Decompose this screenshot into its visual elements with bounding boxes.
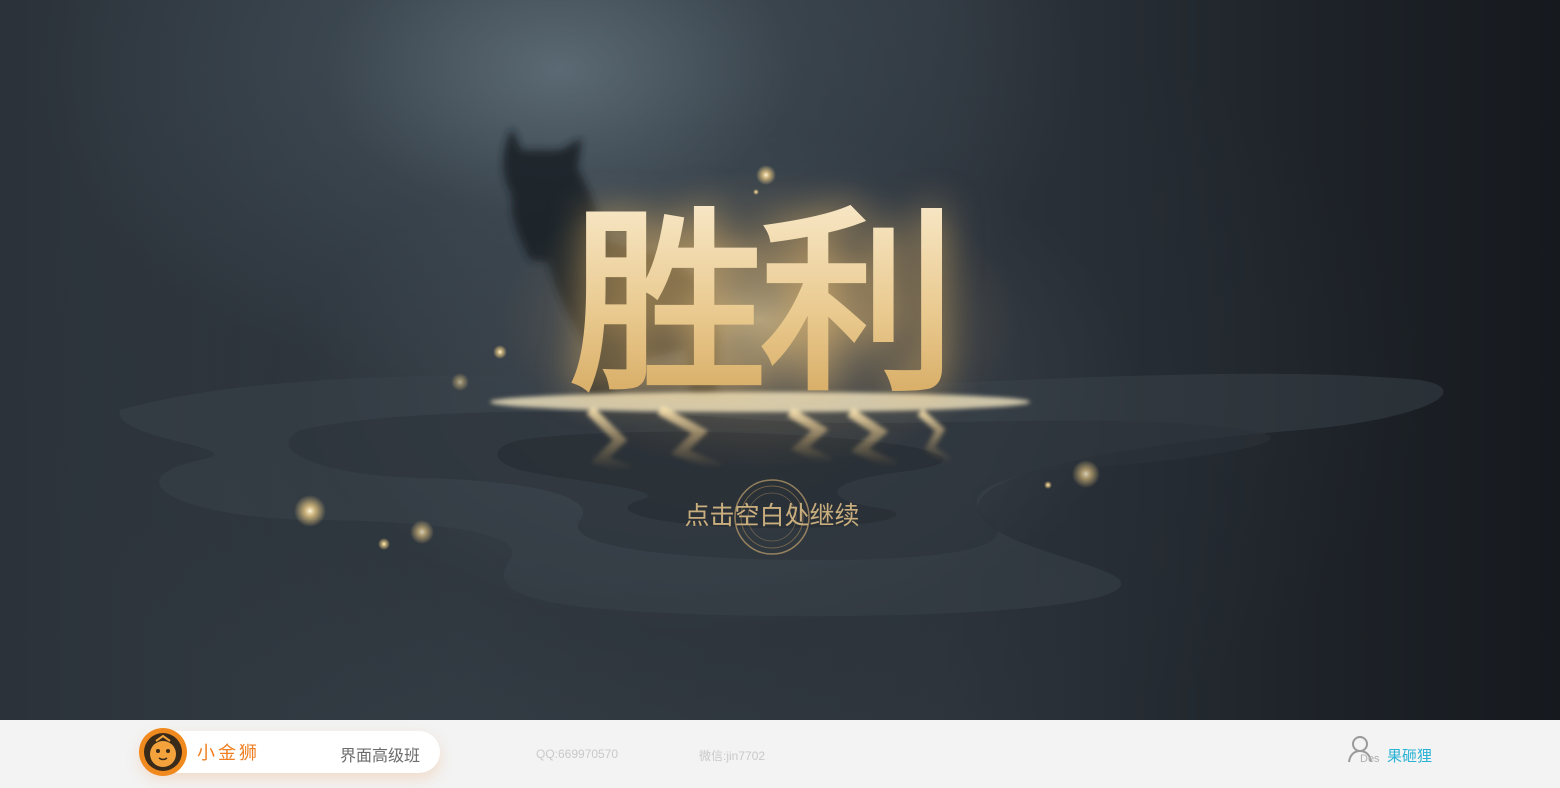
victory-title: 胜利 [540, 205, 980, 405]
qq-contact: QQ:669970570 [536, 747, 619, 761]
continue-prompt[interactable]: 点击空白处继续 [640, 496, 904, 532]
lion-logo-icon [139, 728, 187, 776]
footer-bar: 小金狮 界面高级班 QQ:669970570 微信:jin7702 Des 果砸… [0, 720, 1560, 788]
course-name: 界面高级班 [340, 746, 421, 765]
user-name: 果砸狸 [1387, 747, 1433, 765]
brand-name: 小金狮 [197, 743, 260, 764]
wechat-contact: 微信:jin7702 [699, 749, 766, 763]
user-tag: Des [1360, 753, 1380, 765]
victory-scene[interactable]: 胜利 点击空白处继续 [0, 0, 1560, 720]
